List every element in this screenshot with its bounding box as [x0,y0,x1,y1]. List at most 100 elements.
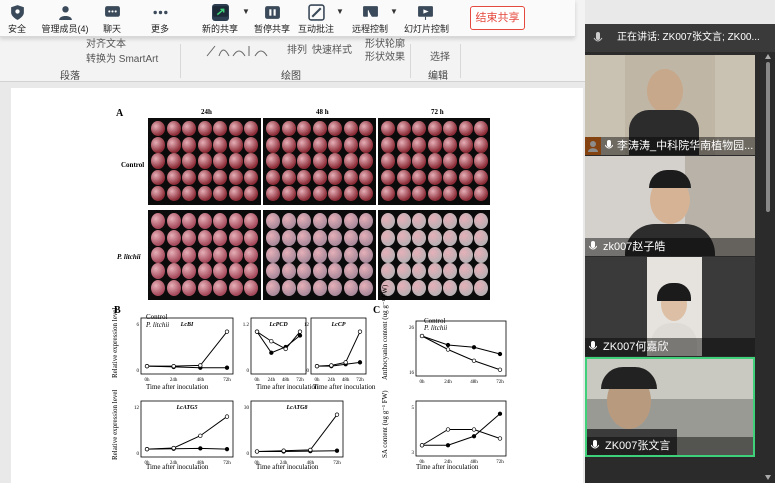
tick-label: 0h [255,378,261,383]
tick-label: 5 [412,406,415,411]
series-line [256,331,301,354]
tick-label: 48h [282,378,290,383]
ribbon-arrange[interactable]: 排列 [287,41,307,56]
tick-label: 72h [223,461,231,466]
group-editing: 编辑 [428,71,448,82]
slideshow-control-button[interactable]: 幻灯片控制 [404,2,449,35]
chart-title: LcATG5 [176,405,198,411]
tick-label: 48h [470,380,478,385]
ribbon-align-text[interactable]: 对齐文本 [86,35,126,50]
data-point [445,342,451,348]
data-point [144,364,150,369]
shapes-gallery[interactable] [205,42,280,60]
data-point [198,433,203,438]
mic-icon [605,140,613,149]
series-line [421,335,501,355]
data-point [254,449,260,454]
series-line [256,414,338,452]
participant-face [647,69,683,113]
new-share-button[interactable]: 新的共享 [202,2,238,35]
data-point [419,333,425,339]
mic-icon [593,32,603,42]
tick-label: 48h [197,378,205,383]
data-point [224,414,230,419]
data-point [224,365,230,370]
more-button[interactable]: 更多 [146,2,174,35]
data-point [297,329,303,334]
data-point [497,367,503,372]
data-point [198,363,203,368]
tick-label: 0h [420,460,426,465]
data-point [497,436,503,441]
chart-title: LcCP [331,322,346,328]
data-point [254,329,260,334]
data-point [283,346,288,352]
data-point [144,447,150,452]
chart-frame [415,320,507,377]
video-tile-host[interactable]: 李涛涛_中科院华南植物园... [585,55,755,155]
tick-label: 0h [145,461,151,466]
data-point [471,358,477,363]
ribbon-quick-styles[interactable]: 快速样式 [312,41,352,56]
pause-share-button[interactable]: 暂停共享 [254,2,290,35]
ribbon-select[interactable]: 选择 [430,48,450,63]
tick-label: 12 [304,323,310,328]
annotate-dropdown-icon[interactable]: ▼ [336,7,344,16]
data-point [357,329,363,334]
video-tile-he[interactable]: ZK007何嘉欣 [585,257,755,356]
ribbon-separator [460,44,461,78]
mic-icon [591,440,599,449]
chart-frame [415,400,507,457]
speaking-text: 正在讲话: ZK007张文言; ZK00... [617,32,760,43]
tick-label: 24h [444,380,452,385]
data-point [281,448,286,453]
data-point [171,445,176,451]
tick-label: 48h [342,378,350,383]
participant-name: zk007赵子皓 [585,238,755,256]
ribbon-smartart[interactable]: 转换为 SmartArt [86,50,158,65]
data-point [334,412,340,417]
data-point [471,427,477,432]
pause-icon [264,6,280,19]
end-share-button[interactable]: 结束共享 [470,6,525,30]
series-line [316,331,361,367]
tick-label: 12 [134,406,140,411]
meeting-toolbar: 安全 管理成员(4) 聊天 更多 新的共享 ▼ 暂停共享 互动批注 ▼ 远程控制… [0,0,575,37]
tick-label: 24h [170,461,178,466]
chart-title: LcATG8 [286,405,308,411]
panel-scrollbar[interactable] [764,52,772,483]
security-button[interactable]: 安全 [3,2,31,35]
video-tile-zhang[interactable]: ZK007张文言 [585,357,755,457]
data-point [224,447,230,452]
participant-name: ZK007张文言 [587,437,753,455]
data-point [445,443,451,448]
chart-title: LcBI [180,322,194,328]
ribbon-shape-effects[interactable]: 形状效果 [365,48,405,63]
remote-control-button[interactable]: 远程控制 [352,2,388,35]
group-paragraph: 段落 [60,71,80,82]
speaking-indicator: 正在讲话: ZK007张文言; ZK00... [585,24,775,52]
tick-label: 0h [315,378,321,383]
tick-label: 48h [470,460,478,465]
share-dropdown-icon[interactable]: ▼ [242,7,250,16]
tick-label: 0h [145,378,151,383]
group-drawing: 绘图 [281,71,301,82]
chat-button[interactable]: 聊天 [98,2,126,35]
tick-label: 24h [170,378,178,383]
tick-label: 72h [223,378,231,383]
data-point [297,333,303,338]
tick-label: 48h [197,461,205,466]
shield-icon [10,5,24,20]
series-line [421,429,501,446]
annotate-button[interactable]: 互动批注 [298,2,334,35]
tick-label: 72h [496,460,504,465]
remote-dropdown-icon[interactable]: ▼ [390,7,398,16]
data-point [445,427,451,432]
manage-members-button[interactable]: 管理成员(4) [40,2,90,35]
tick-label: 24h [444,460,452,465]
tick-label: 72h [296,378,304,383]
video-tile-zhao[interactable]: zk007赵子皓 [585,156,755,256]
data-point [334,448,340,453]
series-line [147,331,228,367]
data-point [471,434,477,439]
